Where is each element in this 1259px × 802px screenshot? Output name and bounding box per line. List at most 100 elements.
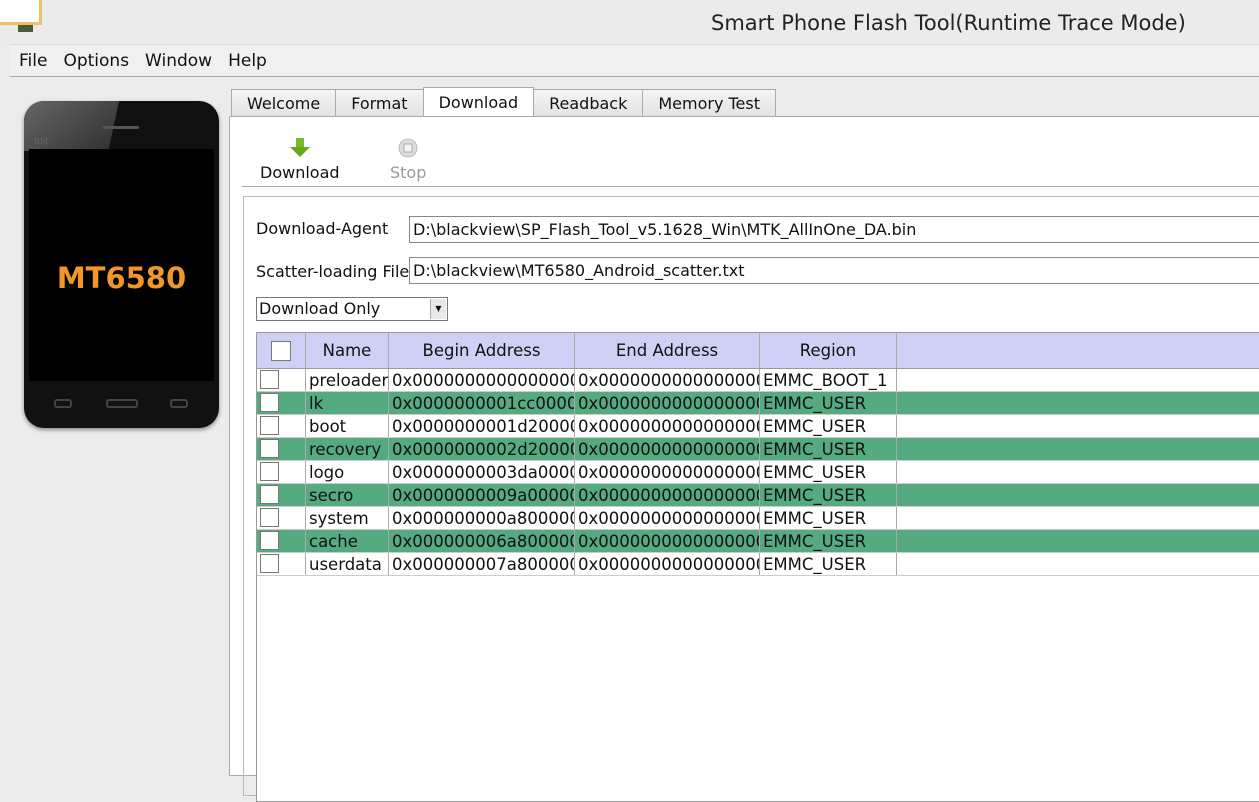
- row-checkbox-cell[interactable]: [257, 415, 306, 437]
- row-checkbox-cell[interactable]: [257, 507, 306, 529]
- menu-file[interactable]: File: [19, 51, 47, 71]
- end-address: 0x0000000000000000: [575, 369, 760, 391]
- location-cell[interactable]: [897, 415, 1259, 437]
- chevron-down-icon[interactable]: ▼: [430, 299, 446, 319]
- table-row[interactable]: preloader 0x0000000000000000 0x000000000…: [257, 369, 1259, 392]
- location-cell[interactable]: [897, 530, 1259, 552]
- table-row[interactable]: boot 0x0000000001d20000 0x00000000000000…: [257, 415, 1259, 438]
- chip-label: MT6580: [56, 261, 187, 295]
- app-icon-detail: [18, 25, 33, 32]
- location-cell[interactable]: [897, 392, 1259, 414]
- begin-address: 0x000000006a800000: [389, 530, 575, 552]
- row-checkbox[interactable]: [260, 531, 279, 550]
- table-row[interactable]: secro 0x0000000009a00000 0x0000000000000…: [257, 484, 1259, 507]
- table-row[interactable]: lk 0x0000000001cc0000 0x0000000000000000…: [257, 392, 1259, 415]
- row-checkbox-cell[interactable]: [257, 484, 306, 506]
- title-bar: Smart Phone Flash Tool(Runtime Trace Mod…: [0, 0, 1259, 44]
- partition-name: system: [306, 507, 389, 529]
- header-select-all[interactable]: [257, 333, 306, 368]
- region: EMMC_BOOT_1: [760, 369, 897, 391]
- row-checkbox[interactable]: [260, 485, 279, 504]
- select-all-checkbox[interactable]: [271, 341, 291, 361]
- phone-brand: BM: [34, 137, 49, 146]
- partition-name: secro: [306, 484, 389, 506]
- app-icon: [0, 0, 42, 25]
- row-checkbox-cell[interactable]: [257, 530, 306, 552]
- row-checkbox-cell[interactable]: [257, 553, 306, 575]
- location-cell[interactable]: [897, 507, 1259, 529]
- download-label: Download: [260, 163, 340, 182]
- end-address: 0x0000000000000000: [575, 438, 760, 460]
- scatter-file-field[interactable]: D:\blackview\MT6580_Android_scatter.txt: [409, 257, 1259, 284]
- phone-speaker: [103, 126, 139, 129]
- location-cell[interactable]: [897, 438, 1259, 460]
- begin-address: 0x0000000002d20000: [389, 438, 575, 460]
- back-key-icon: [170, 399, 188, 408]
- row-checkbox[interactable]: [260, 370, 279, 389]
- region: EMMC_USER: [760, 553, 897, 575]
- begin-address: 0x0000000009a00000: [389, 484, 575, 506]
- stop-icon: [398, 138, 418, 158]
- row-checkbox-cell[interactable]: [257, 392, 306, 414]
- region: EMMC_USER: [760, 484, 897, 506]
- location-cell[interactable]: [897, 461, 1259, 483]
- device-image: BM MT6580: [24, 101, 219, 428]
- region: EMMC_USER: [760, 392, 897, 414]
- end-address: 0x0000000000000000: [575, 415, 760, 437]
- begin-address: 0x0000000001cc0000: [389, 392, 575, 414]
- tab-bar: Welcome Format Download Readback Memory …: [231, 87, 777, 117]
- tab-welcome[interactable]: Welcome: [231, 89, 337, 117]
- tab-memory-test[interactable]: Memory Test: [642, 89, 777, 117]
- download-agent-field[interactable]: D:\blackview\SP_Flash_Tool_v5.1628_Win\M…: [409, 216, 1259, 243]
- begin-address: 0x0000000000000000: [389, 369, 575, 391]
- partition-name: cache: [306, 530, 389, 552]
- partition-name: preloader: [306, 369, 389, 391]
- tab-download[interactable]: Download: [422, 87, 535, 117]
- partition-table: Name Begin Address End Address Region pr…: [256, 332, 1259, 802]
- row-checkbox[interactable]: [260, 439, 279, 458]
- download-settings-group: Download-Agent D:\blackview\SP_Flash_Too…: [243, 196, 1259, 802]
- tab-readback[interactable]: Readback: [533, 89, 644, 117]
- begin-address: 0x000000000a800000: [389, 507, 575, 529]
- table-row[interactable]: system 0x000000000a800000 0x000000000000…: [257, 507, 1259, 530]
- download-mode-select[interactable]: Download Only ▼: [256, 297, 448, 321]
- row-checkbox[interactable]: [260, 508, 279, 527]
- row-checkbox[interactable]: [260, 416, 279, 435]
- partition-name: boot: [306, 415, 389, 437]
- tab-format[interactable]: Format: [335, 89, 424, 117]
- header-filler: [897, 333, 1259, 368]
- row-checkbox-cell[interactable]: [257, 369, 306, 391]
- partition-name: userdata: [306, 553, 389, 575]
- download-panel: Download Stop Download-Agent D:\blackvie…: [229, 116, 1259, 802]
- table-row[interactable]: cache 0x000000006a800000 0x0000000000000…: [257, 530, 1259, 553]
- end-address: 0x0000000000000000: [575, 507, 760, 529]
- table-row[interactable]: userdata 0x000000007a800000 0x0000000000…: [257, 553, 1259, 576]
- begin-address: 0x0000000003da0000: [389, 461, 575, 483]
- header-region: Region: [760, 333, 897, 368]
- row-checkbox-cell[interactable]: [257, 438, 306, 460]
- menu-key-icon: [54, 399, 72, 408]
- row-checkbox-cell[interactable]: [257, 461, 306, 483]
- download-agent-label: Download-Agent: [256, 219, 389, 238]
- home-key-icon: [106, 399, 138, 408]
- region: EMMC_USER: [760, 507, 897, 529]
- location-cell[interactable]: [897, 369, 1259, 391]
- menu-help[interactable]: Help: [228, 51, 267, 71]
- end-address: 0x0000000000000000: [575, 553, 760, 575]
- row-checkbox[interactable]: [260, 393, 279, 412]
- end-address: 0x0000000000000000: [575, 530, 760, 552]
- location-cell[interactable]: [897, 484, 1259, 506]
- location-cell[interactable]: [897, 553, 1259, 575]
- table-row[interactable]: recovery 0x0000000002d20000 0x0000000000…: [257, 438, 1259, 461]
- menu-window[interactable]: Window: [145, 51, 212, 71]
- menu-bar: File Options Window Help: [10, 44, 1259, 77]
- partition-name: recovery: [306, 438, 389, 460]
- menu-options[interactable]: Options: [63, 51, 129, 71]
- region: EMMC_USER: [760, 530, 897, 552]
- table-row[interactable]: logo 0x0000000003da0000 0x00000000000000…: [257, 461, 1259, 484]
- download-button[interactable]: Download: [260, 137, 340, 182]
- row-checkbox[interactable]: [260, 554, 279, 573]
- row-checkbox[interactable]: [260, 462, 279, 481]
- download-arrow-icon: [289, 138, 310, 157]
- stop-button[interactable]: Stop: [390, 137, 426, 182]
